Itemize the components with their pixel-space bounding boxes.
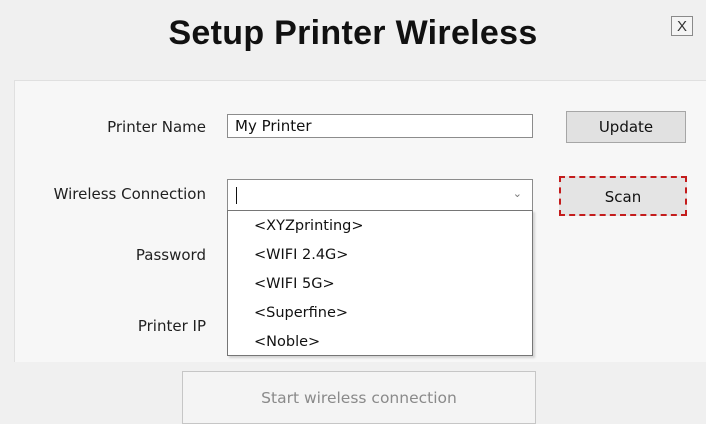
printer-name-label: Printer Name — [107, 118, 206, 136]
wireless-connection-label: Wireless Connection — [53, 185, 206, 203]
start-wireless-connection-button[interactable]: Start wireless connection — [182, 371, 536, 424]
password-label: Password — [135, 246, 206, 264]
dropdown-option-wifi-5g[interactable]: <WIFI 5G> — [228, 269, 532, 298]
wireless-dropdown-list: <XYZprinting> <WIFI 2.4G> <WIFI 5G> <Sup… — [227, 210, 533, 356]
scan-button[interactable]: Scan — [559, 176, 687, 216]
update-button[interactable]: Update — [566, 111, 686, 143]
dropdown-option-noble[interactable]: <Noble> — [228, 327, 532, 356]
dialog-title: Setup Printer Wireless — [168, 14, 538, 52]
dropdown-option-xyzprinting[interactable]: <XYZprinting> — [228, 211, 532, 240]
wireless-connection-select[interactable]: ⌄ — [227, 179, 533, 211]
chevron-down-icon[interactable]: ⌄ — [513, 187, 522, 200]
dropdown-option-wifi-2-4g[interactable]: <WIFI 2.4G> — [228, 240, 532, 269]
dropdown-option-superfine[interactable]: <Superfine> — [228, 298, 532, 327]
text-caret — [236, 187, 237, 204]
printer-name-input[interactable]: My Printer — [227, 114, 533, 138]
printer-ip-label: Printer IP — [137, 317, 206, 335]
close-icon[interactable]: X — [671, 16, 693, 36]
